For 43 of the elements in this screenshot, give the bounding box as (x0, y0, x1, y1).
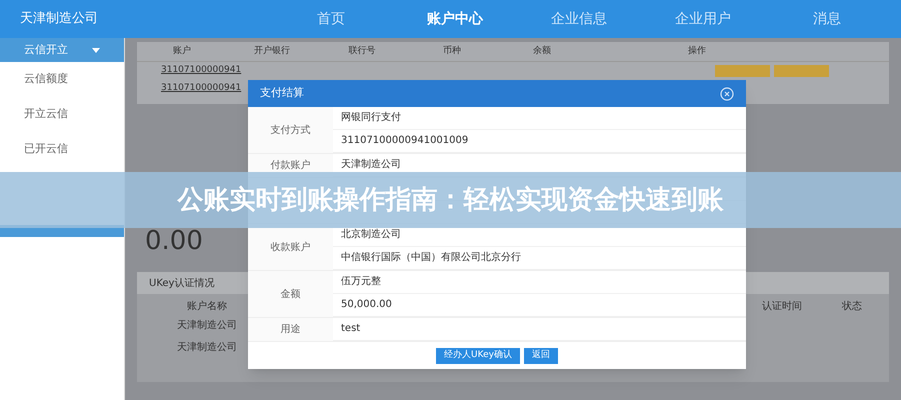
field-label: 支付方式 (248, 107, 333, 153)
column-header: 联行号 (348, 44, 376, 58)
balance-amount: 0.00 (145, 226, 203, 256)
account-link[interactable]: 31107100000941 (161, 64, 242, 78)
close-icon[interactable] (720, 86, 734, 100)
banner-title: 公账实时到账操作指南：轻松实现资金快速到账 (178, 184, 724, 216)
nav-tab[interactable]: 企业用户 (641, 8, 765, 30)
field-value: 中信银行国际（中国）有限公司北京分行 (341, 252, 521, 264)
field-label: 金额 (248, 271, 333, 317)
column-header: 操作 (687, 44, 707, 58)
sidebar-item[interactable]: 开立云信 (0, 97, 124, 132)
company-name: 天津制造公司 (19, 10, 99, 28)
dialog-title: 支付结算 (260, 85, 304, 102)
field-value: 网银同行支付 (341, 112, 401, 124)
column-header: 账户 (172, 44, 192, 58)
column-header: 币种 (442, 44, 462, 58)
blurred-action-button[interactable] (774, 65, 829, 77)
blurred-action-button[interactable] (715, 65, 770, 77)
column-header: 状态 (842, 300, 862, 314)
dialog-button[interactable]: 返回 (524, 348, 558, 364)
nav-tab[interactable]: 账户中心 (393, 8, 517, 30)
nav-tab[interactable]: 企业信息 (517, 8, 641, 30)
field-value: 北京制造公司 (341, 229, 401, 241)
table-cell-text: 天津制造公司 (177, 318, 237, 333)
nav-tab[interactable]: 消息 (765, 8, 889, 30)
column-header: 账户名称 (187, 300, 227, 314)
dialog-button[interactable]: 经办人UKey确认 (436, 348, 520, 364)
field-value: 伍万元整 (341, 276, 381, 288)
nav-tab[interactable]: 首页 (269, 8, 393, 30)
field-value: 31107100000941001009 (341, 135, 468, 147)
column-header: 认证时间 (762, 300, 802, 314)
account-link[interactable]: 31107100000941 (161, 82, 242, 96)
field-value: test (341, 323, 360, 335)
caret-icon (92, 46, 100, 54)
sidebar-group-header[interactable]: 云信开立 (0, 38, 124, 62)
sidebar-item[interactable]: 已开云信 (0, 132, 124, 167)
field-label: 用途 (248, 318, 333, 341)
field-value: 50,000.00 (341, 299, 392, 311)
table-cell-text: 天津制造公司 (177, 340, 237, 355)
field-value: 天津制造公司 (341, 159, 401, 171)
column-header: 余额 (532, 44, 552, 58)
sidebar-item[interactable]: 云信额度 (0, 62, 124, 97)
column-header: 开户银行 (253, 44, 291, 58)
